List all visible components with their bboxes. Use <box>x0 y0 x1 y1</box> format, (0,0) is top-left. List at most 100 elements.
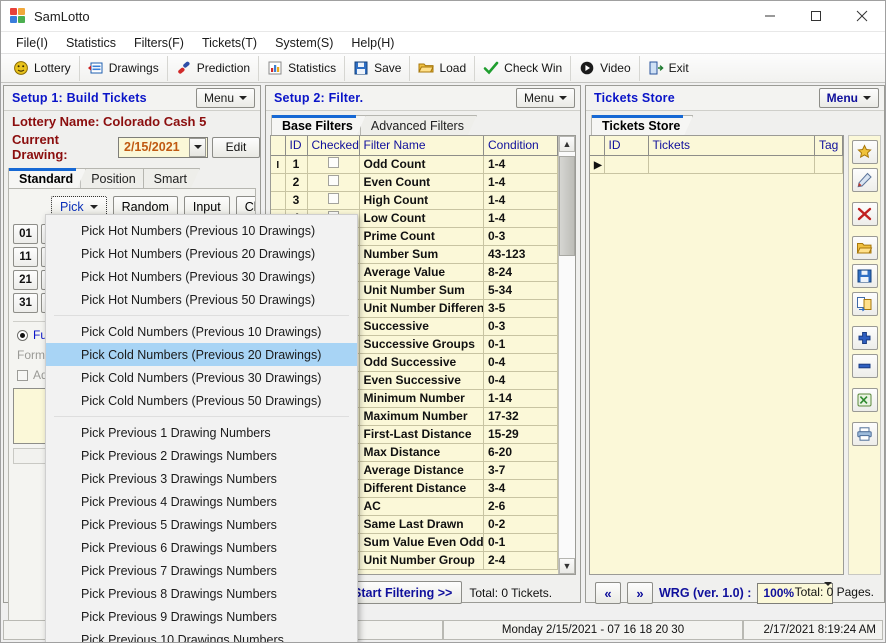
cell-condition[interactable]: 0-4 <box>484 353 558 371</box>
cell-condition[interactable]: 0-1 <box>484 335 558 353</box>
delete-tickets-button[interactable] <box>852 202 878 226</box>
filter-menu-button[interactable]: Menu <box>516 88 575 108</box>
scroll-down-icon[interactable]: ▼ <box>559 558 575 574</box>
start-filtering-button[interactable]: Start Filtering >> <box>343 581 462 604</box>
menu-statistics[interactable]: Statistics <box>57 34 125 52</box>
build-menu-button[interactable]: Menu <box>196 88 255 108</box>
pick-dropdown-menu[interactable]: Pick Hot Numbers (Previous 10 Drawings)P… <box>45 214 358 643</box>
table-row[interactable]: 3High Count1-4 <box>271 191 558 209</box>
tickets-grid[interactable]: ID Tickets Tag ▶ <box>589 135 844 575</box>
scrollbar-thumb[interactable] <box>559 156 575 256</box>
pick-menu-item[interactable]: Pick Hot Numbers (Previous 50 Drawings) <box>46 288 357 311</box>
pick-menu-item[interactable]: Pick Previous 2 Drawings Numbers <box>46 444 357 467</box>
cell-condition[interactable]: 1-4 <box>484 209 558 227</box>
store-menu-button[interactable]: Menu <box>819 88 879 108</box>
number-cell-31[interactable]: 31 <box>13 293 38 313</box>
cell-condition[interactable]: 1-4 <box>484 155 558 173</box>
print-button[interactable] <box>852 422 878 446</box>
cell-condition[interactable]: 8-24 <box>484 263 558 281</box>
toolbar-lottery-button[interactable]: Lottery <box>5 56 80 81</box>
row-checkbox[interactable] <box>328 157 339 168</box>
table-row[interactable]: I1Odd Count1-4 <box>271 155 558 173</box>
cell-condition[interactable]: 0-3 <box>484 227 558 245</box>
pick-menu-item[interactable]: Pick Cold Numbers (Previous 30 Drawings) <box>46 366 357 389</box>
menu-tickets[interactable]: Tickets(T) <box>193 34 266 52</box>
pick-menu-item[interactable]: Pick Previous 10 Drawings Numbers <box>46 628 357 643</box>
export-excel-button[interactable] <box>852 388 878 412</box>
cell-condition[interactable]: 1-4 <box>484 191 558 209</box>
tab-base-filters[interactable]: Base Filters <box>271 115 366 135</box>
pick-menu-item[interactable]: Pick Previous 8 Drawings Numbers <box>46 582 357 605</box>
pick-menu-item[interactable]: Pick Previous 1 Drawing Numbers <box>46 421 357 444</box>
pick-menu-item[interactable]: Pick Hot Numbers (Previous 30 Drawings) <box>46 265 357 288</box>
row-checkbox[interactable] <box>328 193 339 204</box>
cell-condition[interactable]: 0-3 <box>484 317 558 335</box>
row-checkbox[interactable] <box>328 175 339 186</box>
save-file-button[interactable] <box>852 264 878 288</box>
table-row[interactable]: ▶ <box>590 155 843 173</box>
cell-checked[interactable] <box>307 155 359 173</box>
cell-condition[interactable]: 3-5 <box>484 299 558 317</box>
cell-checked[interactable] <box>307 191 359 209</box>
menu-system[interactable]: System(S) <box>266 34 342 52</box>
scrollbar-track[interactable] <box>559 152 575 558</box>
add-tickets-button[interactable] <box>852 140 878 164</box>
number-cell-21[interactable]: 21 <box>13 270 38 290</box>
export-button[interactable] <box>852 292 878 316</box>
cell-condition[interactable]: 43-123 <box>484 245 558 263</box>
tab-advanced-filters[interactable]: Advanced Filters <box>360 115 477 135</box>
number-cell-01[interactable]: 01 <box>13 224 38 244</box>
cell-condition[interactable]: 5-34 <box>484 281 558 299</box>
edit-drawing-button[interactable]: Edit <box>212 137 260 158</box>
tab-tickets-store[interactable]: Tickets Store <box>591 115 693 135</box>
pick-menu-item[interactable]: Pick Previous 7 Drawings Numbers <box>46 559 357 582</box>
cell-condition[interactable]: 3-4 <box>484 479 558 497</box>
pick-menu-item[interactable]: Pick Previous 4 Drawings Numbers <box>46 490 357 513</box>
pick-menu-item[interactable]: Pick Cold Numbers (Previous 50 Drawings) <box>46 389 357 412</box>
advanced-checkbox[interactable] <box>17 370 28 381</box>
cell-checked[interactable] <box>307 173 359 191</box>
cell-condition[interactable]: 2-4 <box>484 551 558 569</box>
pick-menu-item[interactable]: Pick Previous 3 Drawings Numbers <box>46 467 357 490</box>
open-file-button[interactable] <box>852 236 878 260</box>
pick-menu-item[interactable]: Pick Previous 5 Drawings Numbers <box>46 513 357 536</box>
menu-help[interactable]: Help(H) <box>342 34 403 52</box>
tab-position[interactable]: Position <box>80 168 148 188</box>
cell-condition[interactable]: 0-1 <box>484 533 558 551</box>
toolbar-exit-button[interactable]: Exit <box>640 56 697 81</box>
full-radio[interactable] <box>17 330 28 341</box>
cell-condition[interactable]: 17-32 <box>484 407 558 425</box>
cell-condition[interactable]: 3-7 <box>484 461 558 479</box>
add-row-button[interactable] <box>852 326 878 350</box>
minimize-button[interactable] <box>747 1 793 32</box>
cell-condition[interactable]: 15-29 <box>484 425 558 443</box>
cell-condition[interactable]: 0-4 <box>484 371 558 389</box>
next-page-button[interactable]: » <box>627 582 653 604</box>
current-drawing-select[interactable]: 2/15/2021 <box>118 137 208 158</box>
toolbar-drawings-button[interactable]: Drawings <box>80 56 168 81</box>
tab-smart[interactable]: Smart <box>143 168 200 188</box>
remove-row-button[interactable] <box>852 354 878 378</box>
cell-condition[interactable]: 2-6 <box>484 497 558 515</box>
number-cell-11[interactable]: 11 <box>13 247 38 267</box>
table-row[interactable]: 2Even Count1-4 <box>271 173 558 191</box>
chevron-down-icon[interactable] <box>189 138 206 157</box>
toolbar-check-win-button[interactable]: Check Win <box>475 56 571 81</box>
tab-standard[interactable]: Standard <box>8 168 86 188</box>
menu-file[interactable]: File(I) <box>7 34 57 52</box>
toolbar-video-button[interactable]: Video <box>571 56 639 81</box>
maximize-button[interactable] <box>793 1 839 32</box>
cell-condition[interactable]: 0-2 <box>484 515 558 533</box>
pick-menu-item[interactable]: Pick Hot Numbers (Previous 20 Drawings) <box>46 242 357 265</box>
toolbar-statistics-button[interactable]: Statistics <box>259 56 345 81</box>
prev-page-button[interactable]: « <box>595 582 621 604</box>
menu-filters[interactable]: Filters(F) <box>125 34 193 52</box>
pick-menu-item[interactable]: Pick Previous 6 Drawings Numbers <box>46 536 357 559</box>
scroll-up-icon[interactable]: ▲ <box>559 136 575 152</box>
toolbar-load-button[interactable]: Load <box>410 56 475 81</box>
toolbar-save-button[interactable]: Save <box>345 56 410 81</box>
cell-condition[interactable]: 6-20 <box>484 443 558 461</box>
pick-menu-item[interactable]: Pick Cold Numbers (Previous 10 Drawings) <box>46 320 357 343</box>
edit-tickets-button[interactable] <box>852 168 878 192</box>
pick-menu-item[interactable]: Pick Cold Numbers (Previous 20 Drawings) <box>46 343 357 366</box>
